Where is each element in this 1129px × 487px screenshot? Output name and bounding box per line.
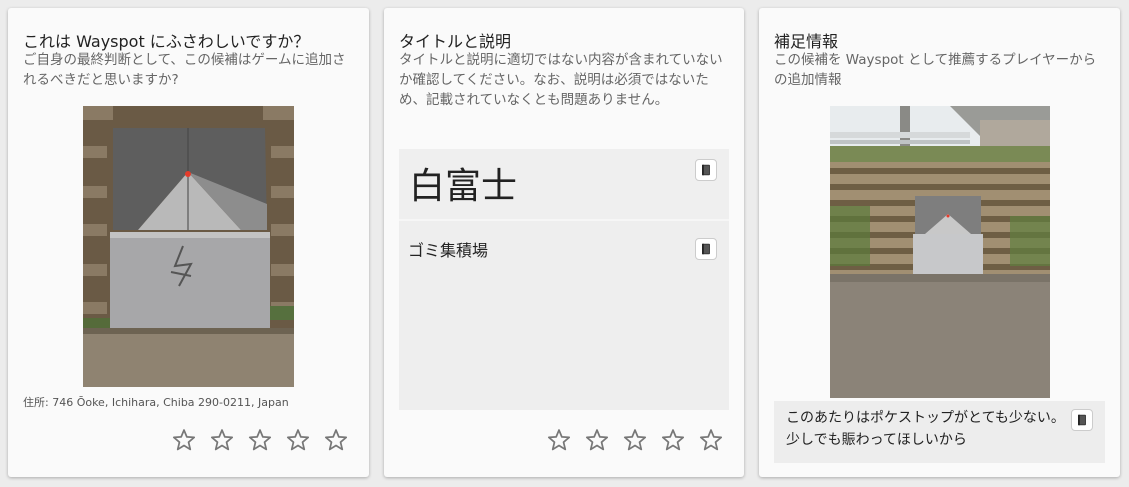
translate-description-button[interactable] [695,238,717,260]
translate-supplemental-button[interactable] [1071,409,1093,431]
book-icon [699,163,713,177]
card-title: これは Wayspot にふさわしいですか？ [23,32,310,51]
star-icon[interactable] [171,427,197,453]
candidate-title: 白富士 [409,166,518,207]
star-icon[interactable] [247,427,273,453]
supplemental-photo[interactable] [830,106,1050,398]
card-description: この候補を Wayspot として推薦するプレイヤーからの追加情報 [774,52,1097,88]
book-icon [699,242,713,256]
rating-stars [546,427,724,453]
supplemental-text: このあたりはポケストップがとても少ない。少しでも賑わってほしいから [786,410,1065,448]
star-icon[interactable] [209,427,235,453]
star-icon[interactable] [660,427,686,453]
address-text: 住所: 746 Ōoke, Ichihara, Chiba 290-0211, … [23,396,289,409]
candidate-title-row: 白富士 [399,149,729,221]
translate-title-button[interactable] [695,159,717,181]
star-icon[interactable] [584,427,610,453]
candidate-description: ゴミ集積場 [408,241,489,260]
star-icon[interactable] [323,427,349,453]
star-icon[interactable] [698,427,724,453]
star-icon[interactable] [285,427,311,453]
card-description: ご自身の最終判断として、この候補はゲームに追加されるべきだと思いますか? [23,52,346,88]
card-supplemental: 補足情報 この候補を Wayspot として推薦するプレイヤーからの追加情報 こ… [759,8,1120,477]
rating-stars [171,427,349,453]
candidate-photo[interactable] [83,106,294,387]
star-icon[interactable] [546,427,572,453]
supplemental-text-box: このあたりはポケストップがとても少ない。少しでも賑わってほしいから [774,401,1105,463]
card-appropriateness: これは Wayspot にふさわしいですか？ ご自身の最終判断として、この候補は… [8,8,369,477]
card-title: 補足情報 [774,32,839,51]
card-description: タイトルと説明に適切ではない内容が含まれていないか確認してください。なお、説明は… [399,52,723,108]
candidate-text-panel: 白富士 ゴミ集積場 [399,149,729,410]
star-icon[interactable] [622,427,648,453]
card-title-description: タイトルと説明 タイトルと説明に適切ではない内容が含まれていないか確認してくださ… [384,8,744,477]
card-title: タイトルと説明 [399,32,512,51]
book-icon [1075,413,1089,427]
